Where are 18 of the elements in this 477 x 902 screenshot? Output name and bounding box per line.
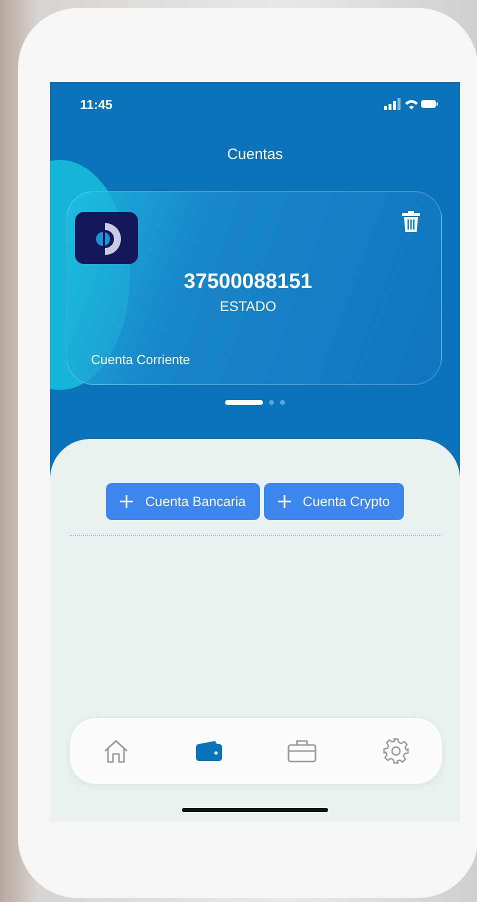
home-icon[interactable] [102,738,130,764]
add-account-button[interactable]: Cuenta Crypto [264,483,404,520]
bank-logo [75,212,138,264]
status-icons [384,98,438,110]
plus-icon [120,495,134,508]
plus-icon [278,495,291,508]
screen-title: Cuentas [226,146,284,163]
account-type: Cuenta Corriente [91,352,191,367]
delete-icon[interactable] [401,210,421,233]
account-card[interactable]: 37500088151 ESTADO Cuenta Corriente [66,191,442,385]
settings-icon[interactable] [382,737,410,765]
briefcase-icon[interactable] [287,739,318,763]
wallet-icon[interactable] [194,740,223,762]
page-indicator[interactable] [225,400,263,404]
account-number: 37500088151 [182,270,314,294]
account-status: ESTADO [218,298,278,314]
add-account-button[interactable]: Cuenta Bancaria [106,483,260,520]
status-time: 11:45 [80,96,113,112]
